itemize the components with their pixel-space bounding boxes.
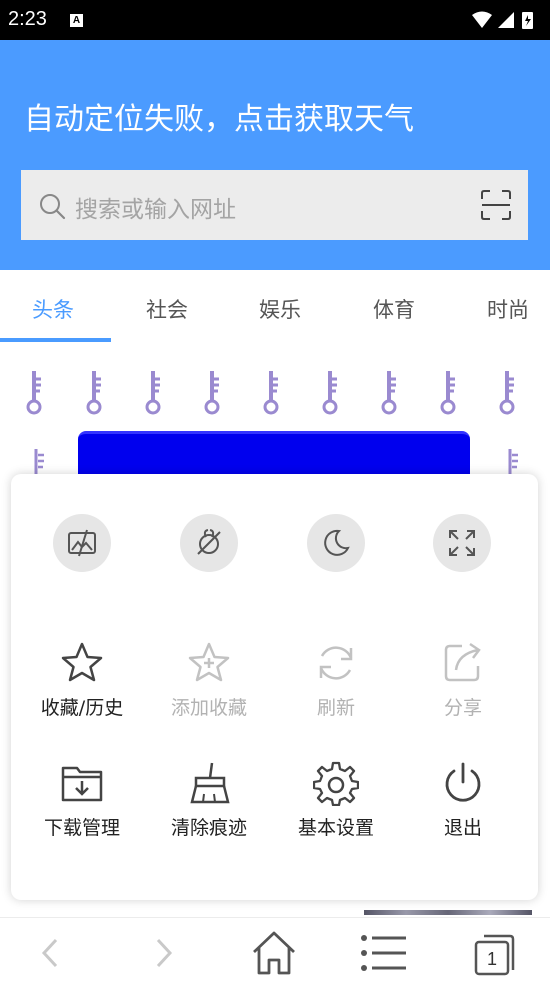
chevron-left-icon (41, 938, 58, 968)
share-button[interactable]: 分享 (403, 640, 523, 740)
settings-button[interactable]: 基本设置 (276, 760, 396, 860)
power-icon (445, 762, 481, 802)
tabs-count: 1 (487, 949, 497, 969)
key-icon (508, 449, 518, 475)
status-icons (472, 11, 533, 29)
weather-message[interactable]: 自动定位失败，点击获取天气 (24, 94, 414, 138)
tab-society[interactable]: 社会 (146, 294, 188, 324)
refresh-label: 刷新 (316, 697, 355, 719)
key-pattern-row (24, 367, 544, 417)
scan-icon[interactable] (480, 189, 512, 221)
key-icon (322, 371, 338, 415)
download-folder-icon (61, 766, 103, 802)
refresh-button[interactable]: 刷新 (276, 640, 396, 740)
fullscreen-button[interactable] (433, 514, 491, 572)
header: 自动定位失败，点击获取天气 搜索或输入网址 (0, 40, 550, 270)
star-add-icon (188, 642, 230, 682)
no-tracking-icon (197, 529, 221, 555)
cell-signal-icon (498, 12, 514, 28)
browser-menu: 收藏/历史 添加收藏 刷新 分享 下载管理 清除痕迹 基本设置 退出 (11, 474, 538, 900)
tab-headline[interactable]: 头条 (32, 294, 74, 324)
active-tab-indicator (0, 338, 111, 342)
back-button[interactable] (26, 928, 76, 978)
refresh-icon (319, 646, 353, 680)
search-input[interactable]: 搜索或输入网址 (75, 190, 236, 224)
settings-label: 基本设置 (297, 817, 374, 839)
search-bar[interactable]: 搜索或输入网址 (21, 170, 528, 240)
tab-entertainment[interactable]: 娱乐 (259, 294, 301, 324)
wifi-icon (472, 11, 492, 28)
status-bar: 2:23 A (0, 0, 550, 40)
exit-label: 退出 (443, 817, 482, 839)
forward-button[interactable] (138, 928, 188, 978)
tab-fashion[interactable]: 时尚 (487, 294, 529, 324)
key-icon (86, 371, 102, 415)
tabs-button[interactable]: 1 (470, 928, 520, 978)
category-tabs: 头条 社会 娱乐 体育 时尚 (0, 270, 550, 345)
night-mode-icon (324, 529, 350, 556)
no-image-mode-icon (68, 529, 96, 557)
article-thumbnail[interactable] (364, 910, 532, 915)
favorites-history-label: 收藏/历史 (40, 697, 124, 719)
key-icon (440, 371, 456, 415)
key-icon (34, 449, 44, 475)
night-mode-button[interactable] (307, 514, 365, 572)
no-image-mode-button[interactable] (53, 514, 111, 572)
key-icon (26, 371, 42, 415)
menu-button[interactable] (358, 928, 408, 978)
bottom-nav: 1 (0, 917, 550, 989)
clear-traces-label: 清除痕迹 (170, 817, 247, 839)
status-time: 2:23 (8, 8, 47, 30)
download-manager-button[interactable]: 下载管理 (22, 760, 142, 860)
tabs-icon: 1 (474, 934, 515, 976)
fullscreen-icon (449, 530, 475, 556)
notification-icon: A (70, 14, 83, 27)
add-favorite-button[interactable]: 添加收藏 (149, 640, 269, 740)
download-manager-label: 下载管理 (43, 817, 120, 839)
broom-icon (190, 762, 230, 804)
add-favorite-label: 添加收藏 (170, 697, 247, 719)
key-icon (204, 371, 220, 415)
home-button[interactable] (249, 928, 299, 978)
favorites-history-button[interactable]: 收藏/历史 (22, 640, 142, 740)
key-icon (499, 371, 515, 415)
home-icon (253, 931, 295, 975)
share-label: 分享 (443, 697, 482, 719)
key-icon (381, 371, 397, 415)
key-icon (263, 371, 279, 415)
share-icon (444, 642, 481, 682)
gear-icon (313, 761, 359, 806)
exit-button[interactable]: 退出 (403, 760, 523, 860)
clear-traces-button[interactable]: 清除痕迹 (149, 760, 269, 860)
chevron-right-icon (156, 938, 173, 968)
key-icon (145, 371, 161, 415)
search-icon (40, 194, 66, 220)
tab-sports[interactable]: 体育 (373, 294, 415, 324)
list-icon (361, 935, 406, 971)
star-icon (61, 642, 103, 682)
no-tracking-button[interactable] (180, 514, 238, 572)
